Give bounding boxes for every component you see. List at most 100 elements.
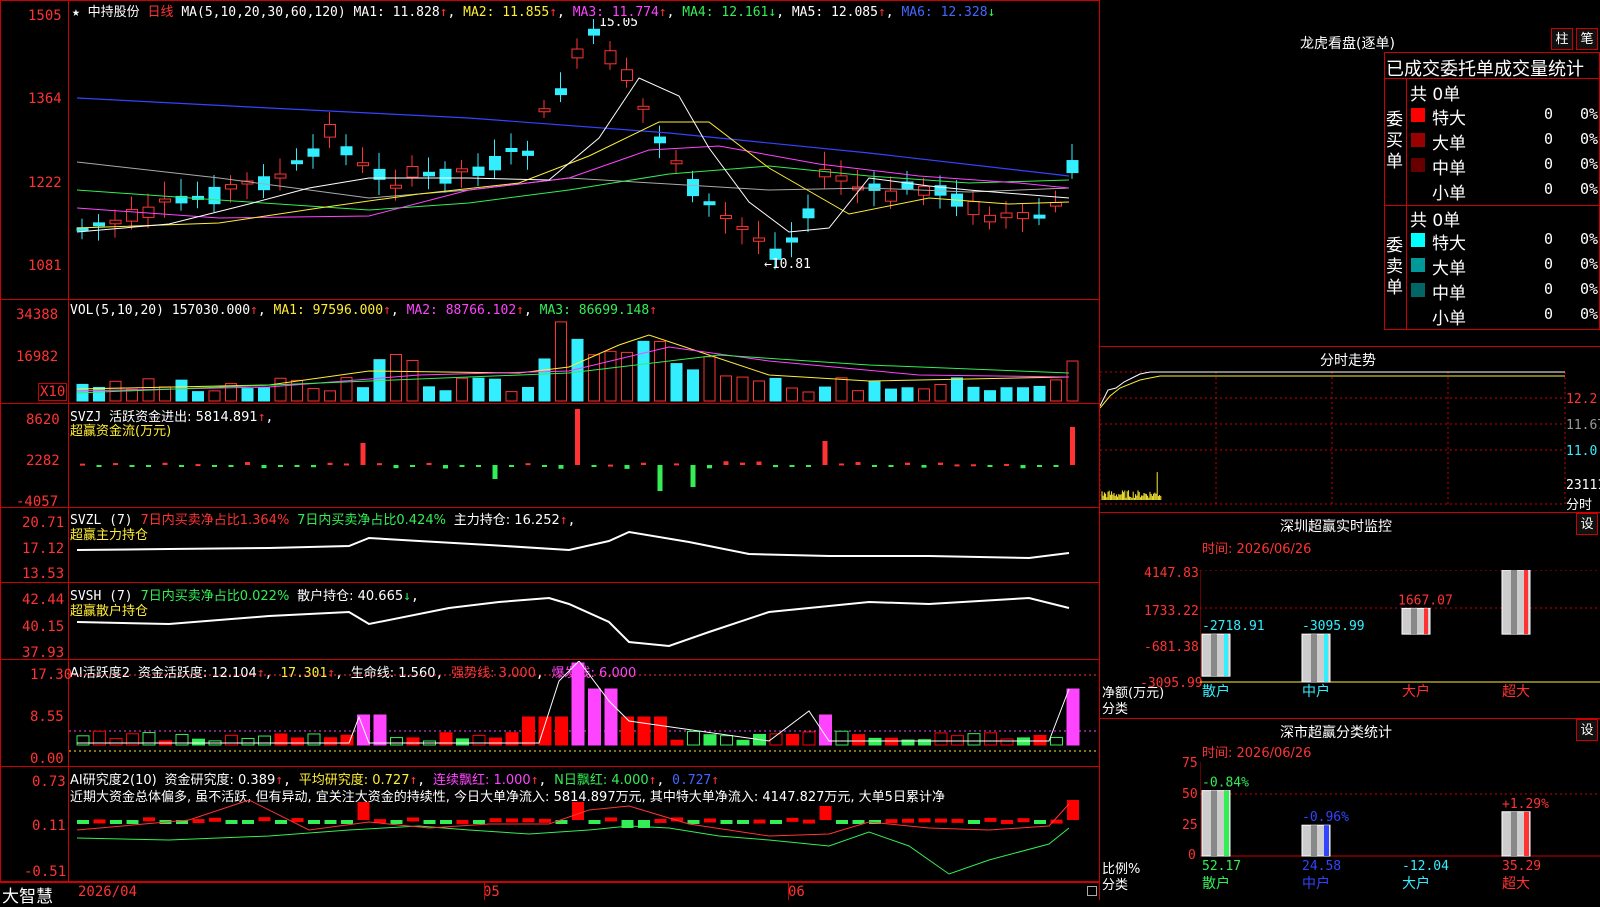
sz-monitor-time: 时间: 2026/06/26: [1202, 542, 1312, 557]
volume-bar: [934, 383, 947, 402]
volume-bar: [670, 363, 683, 402]
volume-bar: [852, 390, 864, 402]
volume-bar: [786, 387, 798, 402]
candle-body: [489, 156, 501, 171]
sz-class-chart[interactable]: -0.84% 52.17散户 -0.96% 24.58中户 -12.04大户 +1.29%…: [1200, 762, 1600, 900]
sz-class-category: 中户: [1302, 875, 1330, 892]
sz-monitor-chart[interactable]: -2718.91散户-3095.99中户1667.07大户4147.83超大: [1200, 570, 1600, 700]
activity-bar: [1050, 736, 1063, 746]
lock-icon[interactable]: [1087, 886, 1097, 896]
research-bar: [984, 817, 997, 822]
svzj-bar: [888, 465, 894, 467]
svzj-bar: [525, 463, 531, 466]
order-count: 0: [1544, 105, 1554, 123]
research-bar: [357, 802, 370, 820]
candle-body: [472, 166, 485, 176]
volume-bar: [208, 390, 221, 402]
activity-bar: [258, 735, 271, 746]
research-bar: [1001, 819, 1013, 824]
activity-bar: [934, 732, 948, 746]
sz-monitor-bar-value: -2718.91: [1202, 619, 1265, 634]
volume-bar: [918, 388, 930, 402]
volume-bar: [1000, 387, 1013, 402]
svzj-bar: [212, 465, 217, 467]
candle-body: [571, 48, 584, 59]
time-tick: 06: [788, 884, 805, 900]
research-bar: [1067, 800, 1079, 820]
ai-activity-chart[interactable]: [69, 661, 1099, 765]
candle-body: [324, 123, 336, 138]
volume-bar: [241, 388, 254, 402]
research-bar: [242, 820, 254, 824]
ai-research-chart[interactable]: [69, 800, 1099, 880]
bar-mode-button[interactable]: 柱: [1551, 28, 1573, 50]
research-bar: [291, 818, 304, 823]
research-bar: [522, 818, 535, 823]
order-size-label: 中单: [1432, 159, 1466, 179]
sz-class-bar-edge: [1524, 811, 1529, 856]
volume-bar: [769, 377, 782, 402]
intraday-chart[interactable]: [1100, 368, 1600, 510]
svzl-tick: 17.12: [22, 541, 65, 557]
research-bar: [324, 820, 337, 824]
sz-class-bar-value: 35.29: [1502, 859, 1541, 874]
candle-body: [538, 108, 551, 113]
order-size-label: 小单: [1432, 309, 1466, 329]
sz-class-bar-value: 24.58: [1302, 859, 1341, 874]
order-size-label: 中单: [1432, 284, 1466, 304]
sell-side-label: 委卖单: [1386, 236, 1403, 298]
sz-monitor-settings-button[interactable]: 设: [1576, 513, 1598, 535]
order-color-swatch: [1411, 183, 1425, 197]
order-color-swatch: [1411, 258, 1425, 272]
svzj-bar: [674, 463, 679, 466]
svsh-chart[interactable]: [69, 584, 1099, 658]
sz-monitor-category: 中户: [1302, 683, 1330, 700]
svzl-chart[interactable]: [69, 508, 1099, 582]
svzj-bar: [327, 462, 333, 465]
activity-bar: [588, 688, 601, 746]
research-bar: [143, 817, 155, 822]
activity-bar: [76, 735, 90, 746]
research-bar: [803, 819, 815, 824]
research-bar: [935, 818, 947, 823]
candle-body: [340, 146, 353, 156]
activity-bar: [951, 735, 964, 746]
svzj-bar: [459, 465, 465, 467]
volume-chart[interactable]: [69, 315, 1099, 403]
intraday-tick: 11.0: [1566, 444, 1598, 459]
intraday-tick: 11.67: [1566, 418, 1600, 433]
sz-class-tick: 50: [1182, 787, 1198, 802]
svzl-tick: 20.71: [22, 515, 65, 531]
intraday-vol-tick: 23111: [1566, 478, 1600, 493]
sz-class-settings-button[interactable]: 设: [1576, 719, 1598, 741]
candle-body: [307, 148, 320, 157]
svzl-line: [76, 530, 1070, 560]
volume-bar: [1033, 385, 1046, 402]
activity-bar: [109, 738, 123, 746]
sz-class-category-label: 分类: [1102, 878, 1129, 893]
svzj-bar: [921, 465, 927, 468]
svzj-bar: [690, 465, 696, 487]
sz-class-time: 时间: 2026/06/26: [1202, 746, 1312, 761]
kline-chart[interactable]: 15.05 ←10.81: [69, 18, 1099, 298]
svzj-chart[interactable]: [69, 405, 1099, 507]
svzj-bar: [113, 463, 118, 466]
svzj-bar: [96, 465, 102, 467]
svzj-bar: [410, 465, 415, 467]
activity-bar: [918, 739, 931, 746]
sz-monitor-category: 散户: [1202, 683, 1230, 700]
sz-monitor-tick: -681.38: [1144, 640, 1199, 655]
tick-mode-button[interactable]: 笔: [1576, 28, 1598, 50]
activity-bar: [571, 662, 585, 746]
buy-side-label: 委买单: [1386, 110, 1403, 172]
svzj-bar: [245, 462, 250, 465]
intraday-label: 分时: [1566, 498, 1593, 513]
price-high-label: 15.05: [599, 18, 638, 30]
order-color-swatch: [1411, 108, 1425, 122]
vol-unit-button[interactable]: X10: [38, 383, 68, 401]
svzj-bar: [311, 465, 316, 468]
candle-body: [439, 168, 452, 184]
activity-bar: [555, 716, 568, 746]
order-percent: 0%: [1580, 105, 1599, 123]
svzj-bar: [971, 464, 976, 467]
